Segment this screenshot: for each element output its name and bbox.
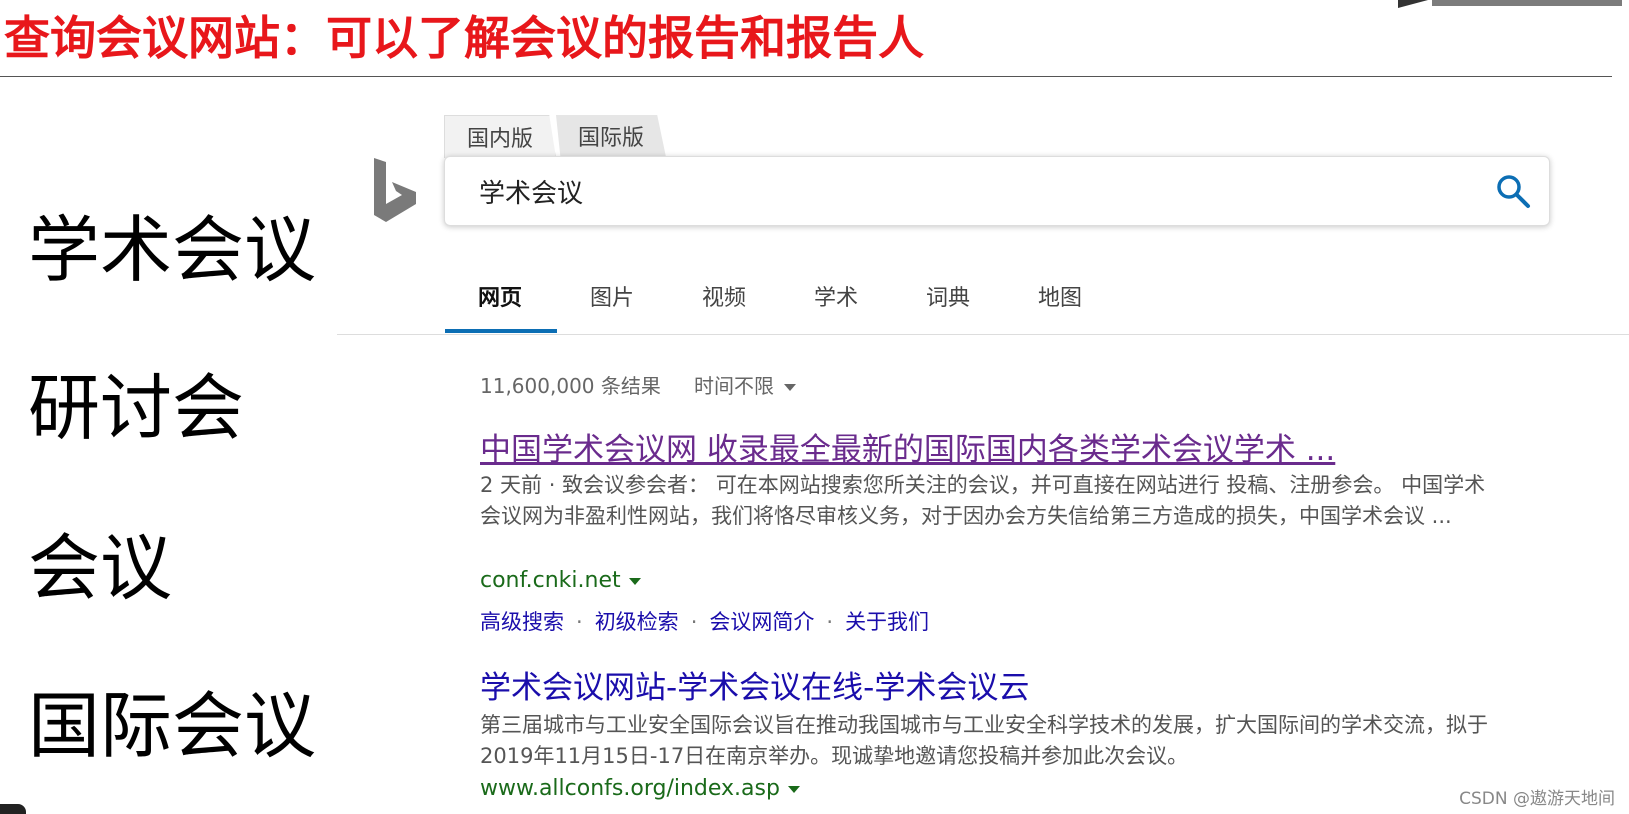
result-snippet: 第三届城市与工业安全国际会议旨在推动我国城市与工业安全科学技术的发展，扩大国际间… [480,713,1488,768]
separator: · [826,610,834,634]
result-deep-links: 高级搜索 · 初级检索 · 会议网简介 · 关于我们 [480,606,929,636]
nav-divider [337,334,1629,335]
separator: · [576,610,583,634]
deep-link-basic-search[interactable]: 初级检索 [595,610,679,634]
search-query[interactable]: 学术会议 [479,173,583,210]
corner-decoration-bar [1432,0,1622,6]
term-academic-conference: 学术会议 [28,208,317,292]
tab-videos[interactable]: 视频 [702,280,746,312]
tab-dictionary[interactable]: 词典 [926,280,970,312]
corner-decoration-bottom [0,804,26,814]
result-title-link[interactable]: 学术会议网站-学术会议在线-学术会议云 [480,668,1029,708]
time-filter-label: 时间不限 [694,374,774,398]
chevron-down-icon[interactable] [787,785,800,793]
separator: · [690,610,698,634]
result-url[interactable]: conf.cnki.net [480,568,641,593]
chevron-down-icon[interactable] [628,577,641,585]
bing-logo-icon[interactable] [372,158,418,224]
chevron-down-icon [784,384,796,391]
deep-link-about-us[interactable]: 关于我们 [845,610,929,634]
corner-decoration [1398,0,1428,8]
tab-academic[interactable]: 学术 [814,280,858,312]
deep-link-advanced-search[interactable]: 高级搜索 [480,610,564,634]
active-tab-indicator [445,329,557,333]
result-url-text[interactable]: www.allconfs.org/index.asp [480,776,780,801]
term-conference: 会议 [28,526,173,610]
slide-title: 查询会议网站：可以了解会议的报告和报告人 [4,11,924,65]
deep-link-about-site[interactable]: 会议网简介 [709,610,814,634]
result-url[interactable]: www.allconfs.org/index.asp [480,776,800,801]
tab-images[interactable]: 图片 [590,280,634,312]
result-count: 11,600,000 条结果 [480,374,661,398]
title-divider [0,76,1612,77]
search-input[interactable]: 学术会议 [444,156,1550,226]
tab-web[interactable]: 网页 [478,280,522,312]
term-international-conference: 国际会议 [28,684,317,768]
search-icon[interactable] [1495,173,1531,209]
tab-maps[interactable]: 地图 [1038,280,1082,312]
result-snippet: 2 天前 · 致会议参会者： 可在本网站搜索您所关注的会议，并可直接在网站进行 … [480,473,1486,528]
tab-international[interactable]: 国际版 [556,115,666,157]
result-url-text[interactable]: conf.cnki.net [480,568,621,593]
csdn-watermark: CSDN @遨游天地间 [1459,789,1615,809]
tab-domestic[interactable]: 国内版 [444,115,556,158]
time-filter-dropdown[interactable]: 时间不限 [694,370,796,399]
result-title-link[interactable]: 中国学术会议网 收录最全最新的国际国内各类学术会议学术 ... [480,430,1335,470]
term-seminar: 研讨会 [28,366,245,450]
